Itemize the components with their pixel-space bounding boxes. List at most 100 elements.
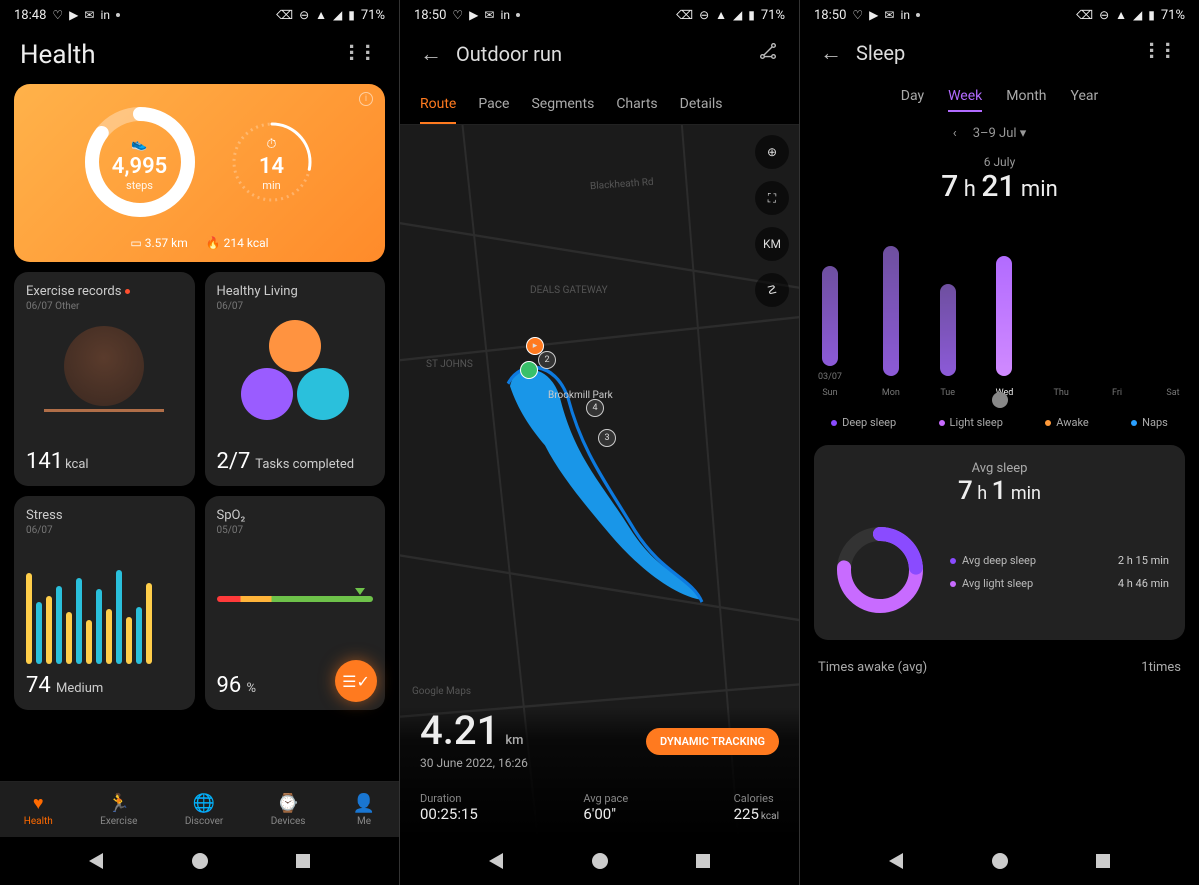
run-tabs: Route Pace Segments Charts Details [400, 82, 799, 125]
route-km-marker: 4 [586, 399, 604, 417]
battery-percent: 71% [361, 8, 385, 23]
tab-charts[interactable]: Charts [616, 88, 657, 124]
sys-back[interactable] [489, 853, 503, 869]
status-time: 18:50 [814, 8, 846, 23]
status-bar: 18:50♡▶✉in ⌫⊖▲◢▮71% [800, 0, 1199, 30]
prev-range-button[interactable]: ‹ [953, 126, 957, 141]
sys-home[interactable] [992, 853, 1008, 869]
date-nav: ‹ 3–9 Jul ▾ › [800, 126, 1199, 141]
youtube-icon: ▶ [69, 9, 78, 21]
stress-card[interactable]: Stress 06/07 74 Medium [14, 496, 195, 710]
map-label: ST JOHNS [426, 359, 473, 370]
dynamic-tracking-button[interactable]: DYNAMIC TRACKING [646, 728, 779, 755]
sys-home[interactable] [592, 853, 608, 869]
signal-icon: ◢ [333, 9, 342, 21]
avg-sleep-ring [830, 520, 930, 624]
map-label: DEALS GATEWAY [530, 285, 608, 296]
healthy-living-card[interactable]: Healthy Living 06/07 2/7 Tasks completed [205, 272, 386, 486]
sys-back[interactable] [89, 853, 103, 869]
page-title: Outdoor run [456, 42, 562, 66]
system-nav [400, 837, 799, 885]
watch-icon: ⌚ [277, 793, 299, 814]
activity-card[interactable]: i 👟4,995steps ⏱14min ▭ 3.57 km 🔥 214 kca… [14, 84, 385, 262]
screen-run: 18:50♡▶✉in ⌫⊖▲◢▮71% ← Outdoor run Route … [400, 0, 799, 885]
status-dot-icon [116, 13, 120, 17]
more-icon[interactable]: ⠇⠇ [1147, 41, 1179, 66]
tab-pace[interactable]: Pace [478, 88, 509, 124]
back-icon[interactable]: ← [420, 41, 442, 67]
wifi-icon: ▲ [315, 9, 327, 21]
fab-checklist-button[interactable]: ☰✓ [335, 660, 377, 702]
times-awake-row[interactable]: Times awake (avg) 1times [800, 646, 1199, 689]
tab-details[interactable]: Details [680, 88, 723, 124]
map-km-button[interactable]: KM [755, 227, 789, 261]
map-locate-button[interactable]: ⊕ [755, 135, 789, 169]
bottom-nav: ♥Health 🏃Exercise 🌐Discover ⌚Devices 👤Me [0, 781, 399, 837]
tab-day[interactable]: Day [901, 88, 924, 112]
dot-icon [950, 581, 956, 587]
map-layers-button[interactable]: ⛶ [755, 181, 789, 215]
app-header: Health ⠇⠇ [0, 30, 399, 84]
alert-dot-icon [125, 289, 130, 294]
spo2-gauge [217, 596, 374, 602]
nav-exercise[interactable]: 🏃Exercise [100, 793, 137, 827]
route-map[interactable]: DEALS GATEWAY ST JOHNS Brookmill Park Go… [400, 125, 799, 837]
steps-ring: 👟4,995steps [80, 102, 200, 226]
sleep-chart[interactable]: 03/07SunMonTueWedThuFriSat [814, 228, 1185, 398]
tab-year[interactable]: Year [1070, 88, 1098, 112]
sys-recent[interactable] [1096, 854, 1110, 868]
spo2-card[interactable]: SpO₂ 05/07 96 % ☰✓ [205, 496, 386, 710]
route-km-marker: 3 [598, 429, 616, 447]
nav-me[interactable]: 👤Me [353, 793, 375, 827]
map-label: Google Maps [412, 686, 471, 697]
sys-home[interactable] [192, 853, 208, 869]
minutes-ring: ⏱14min [224, 114, 320, 214]
nav-health[interactable]: ♥Health [24, 793, 53, 827]
page-title: Sleep [856, 41, 905, 65]
heart-icon: ♥ [33, 793, 44, 814]
info-icon[interactable]: i [359, 92, 373, 106]
screen-health: 18:48 ♡ ▶ ✉ in ⌫ ⊖ ▲ ◢ ▮ 71% Health ⠇⠇ i… [0, 0, 399, 885]
back-icon[interactable]: ← [820, 40, 842, 66]
envelope-icon: ✉ [84, 9, 94, 21]
route-km-marker: 2 [538, 351, 556, 369]
status-bar: 18:48 ♡ ▶ ✉ in ⌫ ⊖ ▲ ◢ ▮ 71% [0, 0, 399, 30]
exercise-records-card[interactable]: Exercise records 06/07 Other 141kcal [14, 272, 195, 486]
dot-icon [950, 558, 956, 564]
share-icon[interactable] [757, 40, 779, 68]
status-time: 18:50 [414, 8, 446, 23]
map-route-button[interactable]: ☡ [755, 273, 789, 307]
status-time: 18:48 [14, 8, 46, 23]
avg-sleep-card[interactable]: Avg sleep 7 h 1 min Avg deep sleep2 h 15… [814, 445, 1185, 640]
period-tabs: Day Week Month Year [800, 80, 1199, 120]
tab-week[interactable]: Week [948, 88, 982, 112]
globe-icon: 🌐 [193, 793, 215, 814]
nav-discover[interactable]: 🌐Discover [185, 793, 224, 827]
nav-devices[interactable]: ⌚Devices [271, 793, 306, 827]
distance-stat: ▭ 3.57 km [130, 236, 187, 250]
route-end-marker [520, 361, 538, 379]
dnd-icon: ⊖ [299, 9, 309, 21]
screen-sleep: 18:50♡▶✉in ⌫⊖▲◢▮71% ← Sleep ⠇⠇ Day Week … [800, 0, 1199, 885]
stress-chart [26, 554, 183, 664]
system-nav [800, 837, 1199, 885]
run-timestamp: 30 June 2022, 16:26 [420, 756, 779, 770]
more-icon[interactable]: ⠇⠇ [347, 43, 379, 68]
stopwatch-icon: ⏱ [266, 137, 276, 152]
status-bar: 18:50♡▶✉in ⌫⊖▲◢▮71% [400, 0, 799, 30]
sys-back[interactable] [889, 853, 903, 869]
metric-duration: Duration00:25:15 [420, 792, 478, 823]
date-range[interactable]: 3–9 Jul ▾ [973, 126, 1027, 141]
calories-stat: 🔥 214 kcal [206, 236, 269, 250]
sys-recent[interactable] [696, 854, 710, 868]
tab-route[interactable]: Route [420, 88, 456, 124]
sys-recent[interactable] [296, 854, 310, 868]
tab-segments[interactable]: Segments [531, 88, 594, 124]
heart-icon: ♡ [52, 9, 63, 21]
system-nav [0, 837, 399, 885]
map-label: Brookmill Park [548, 390, 613, 401]
tab-month[interactable]: Month [1006, 88, 1046, 112]
linkedin-icon: in [100, 9, 110, 21]
runner-icon: 🏃 [108, 793, 130, 814]
selected-sleep-value: 7 h 21 min [800, 169, 1199, 204]
